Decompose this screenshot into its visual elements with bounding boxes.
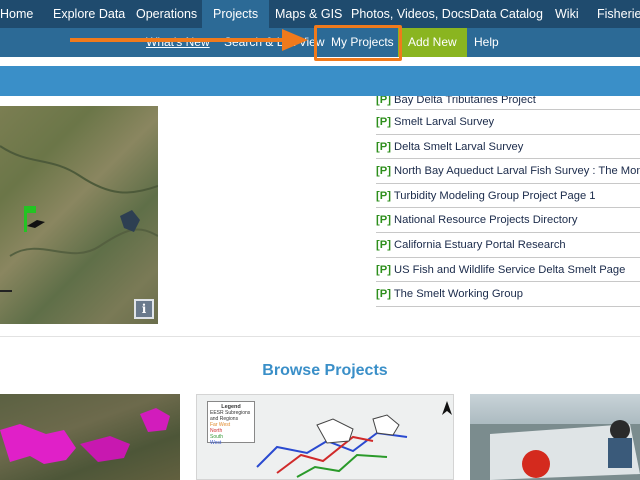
nav-photos-videos-docs[interactable]: Photos, Videos, Docs <box>351 0 470 28</box>
projects-map[interactable]: i <box>0 106 158 324</box>
browse-thumbnail-map[interactable] <box>0 394 180 480</box>
nav-maps-gis[interactable]: Maps & GIS <box>275 0 342 28</box>
nav-home[interactable]: Home <box>0 0 33 28</box>
list-item[interactable]: [P] Turbidity Modeling Group Project Pag… <box>376 184 640 209</box>
project-links-list: [P] Bay Delta Tributaries Project [P] Sm… <box>376 96 640 307</box>
list-item[interactable]: [P] Bay Delta Tributaries Project <box>376 96 640 110</box>
nav-projects[interactable]: Projects <box>202 0 270 28</box>
regions-outline-map-image <box>256 414 408 478</box>
page-banner <box>0 66 640 96</box>
annotation-highlight-box <box>314 25 402 61</box>
browse-thumbnail-photo[interactable] <box>470 394 640 480</box>
project-tag: [P] <box>376 288 391 301</box>
browse-thumbnail-regions-map[interactable]: Legend EESR Subregions and Regions Far W… <box>196 394 454 480</box>
list-item[interactable]: [P] Smelt Larval Survey <box>376 110 640 135</box>
browse-projects-title: Browse Projects <box>262 362 388 379</box>
map-marker-icon[interactable] <box>22 204 48 234</box>
list-item[interactable]: [P] North Bay Aqueduct Larval Fish Surve… <box>376 159 640 184</box>
project-tag: [P] <box>376 189 391 202</box>
list-item[interactable]: [P] Delta Smelt Larval Survey <box>376 135 640 160</box>
project-tag: [P] <box>376 214 391 227</box>
nav-operations[interactable]: Operations <box>136 0 197 28</box>
top-navigation: Home Explore Data Operations Projects Ma… <box>0 0 640 28</box>
list-item[interactable]: [P] US Fish and Wildlife Service Delta S… <box>376 258 640 283</box>
project-tag: [P] <box>376 140 391 153</box>
nav-explore-data[interactable]: Explore Data <box>53 0 125 28</box>
magenta-regions-map-image <box>0 408 170 464</box>
list-item[interactable]: [P] National Resource Projects Directory <box>376 208 640 233</box>
list-item[interactable]: [P] California Estuary Portal Research <box>376 233 640 258</box>
project-tag: [P] <box>376 263 391 276</box>
subnav-help[interactable]: Help <box>474 28 499 57</box>
nav-fisheries[interactable]: Fisheries <box>597 0 640 28</box>
north-arrow-icon <box>442 401 452 415</box>
project-tag: [P] <box>376 238 391 251</box>
annotation-arrow-icon <box>70 29 308 51</box>
nav-data-catalog[interactable]: Data Catalog <box>470 0 543 28</box>
project-tag: [P] <box>376 116 391 128</box>
project-tag: [P] <box>376 165 391 178</box>
project-tag: [P] <box>376 96 391 106</box>
nav-wiki[interactable]: Wiki <box>555 0 579 28</box>
section-divider <box>0 336 640 337</box>
boat-photo-image <box>470 420 640 480</box>
list-item[interactable]: [P] The Smelt Working Group <box>376 282 640 307</box>
subnav-add-new-button[interactable]: Add New <box>398 28 467 57</box>
map-info-button[interactable]: i <box>134 299 154 319</box>
